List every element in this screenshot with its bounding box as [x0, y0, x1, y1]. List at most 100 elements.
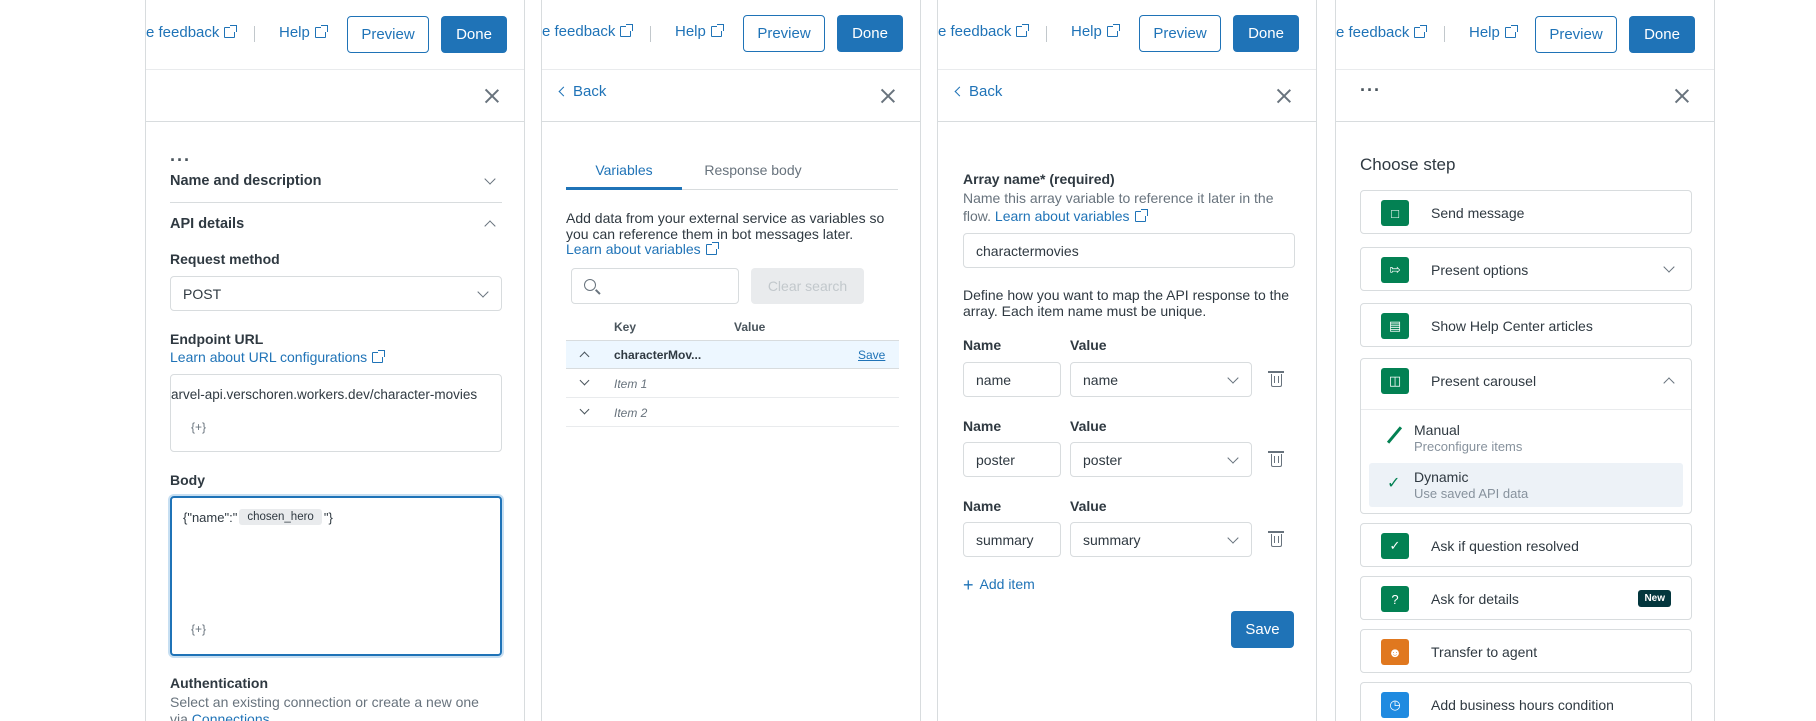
done-button[interactable]: Done: [837, 15, 903, 52]
done-button[interactable]: Done: [441, 16, 507, 53]
chevron-down-icon: [484, 173, 496, 185]
array-name-input[interactable]: charactermovies: [963, 233, 1295, 268]
chevron-down-icon[interactable]: [579, 375, 590, 386]
close-icon[interactable]: [484, 88, 500, 104]
endpoint-url-input[interactable]: arvel-api.verschoren.workers.dev/charact…: [170, 374, 502, 452]
connections-line: via Connections: [170, 711, 270, 721]
more-options-icon[interactable]: ···: [1360, 81, 1381, 99]
clock-icon: ◷: [1381, 692, 1409, 718]
body-label: Body: [170, 472, 205, 488]
help-link[interactable]: Help: [1071, 23, 1120, 40]
table-row[interactable]: Item 1: [566, 369, 899, 398]
item-name-input[interactable]: summary: [963, 522, 1061, 557]
done-button[interactable]: Done: [1233, 15, 1299, 52]
person-icon: ☻: [1381, 639, 1409, 665]
search-input[interactable]: [571, 268, 739, 304]
carousel-icon: ◫: [1381, 368, 1409, 394]
back-button[interactable]: Back: [954, 83, 1002, 100]
section-title: API details: [170, 216, 245, 232]
external-link-icon: [1016, 24, 1030, 37]
learn-variables-link[interactable]: Learn about variables: [995, 208, 1148, 224]
help-link[interactable]: Help: [675, 23, 724, 40]
search-text[interactable]: [608, 275, 728, 297]
variables-description: Add data from your external service as v…: [566, 210, 885, 242]
top-bar: e feedback Help Preview Done: [146, 0, 524, 70]
insert-variable-icon[interactable]: {+}: [191, 622, 206, 636]
trash-icon[interactable]: [1268, 451, 1284, 467]
item-value-select[interactable]: poster: [1070, 442, 1252, 477]
tab-list: Variables Response body: [566, 162, 898, 190]
endpoint-url-value: arvel-api.verschoren.workers.dev/charact…: [171, 387, 478, 402]
preview-button[interactable]: Preview: [1535, 16, 1617, 53]
help-link[interactable]: Help: [1469, 24, 1518, 41]
external-link-icon: [1106, 24, 1120, 37]
name-label: Name: [963, 418, 1002, 434]
help-link[interactable]: Help: [279, 24, 328, 41]
feedback-link[interactable]: e feedback: [1336, 24, 1428, 41]
step-add-business-hours-condition[interactable]: ◷ Add business hours condition: [1360, 682, 1692, 721]
step-show-help-center-articles[interactable]: ▤ Show Help Center articles: [1360, 303, 1692, 347]
step-present-carousel[interactable]: ◫ Present carousel Manual Preconfigure i…: [1360, 358, 1692, 514]
row-key: characterMov...: [614, 348, 702, 362]
chevron-down-icon: [1227, 532, 1239, 544]
body-text: {"name":": [183, 509, 238, 525]
row-key: Item 1: [614, 377, 648, 391]
step-ask-for-details[interactable]: ? Ask for details New: [1360, 576, 1692, 620]
array-name-label: Array name* (required): [963, 171, 1115, 187]
item-value-select[interactable]: summary: [1070, 522, 1252, 557]
body-textarea[interactable]: {"name":" chosen_hero "} {+}: [170, 496, 502, 656]
step-ask-if-question-resolved[interactable]: ✓ Ask if question resolved: [1360, 523, 1692, 567]
insert-variable-icon[interactable]: {+}: [191, 420, 206, 434]
trash-icon[interactable]: [1268, 371, 1284, 387]
item-name-input[interactable]: name: [963, 362, 1061, 397]
trash-icon[interactable]: [1268, 531, 1284, 547]
api-details-section[interactable]: API details: [170, 216, 502, 240]
clear-search-button[interactable]: Clear search: [751, 268, 864, 304]
chevron-left-icon: [954, 86, 965, 97]
feedback-link[interactable]: e feedback: [146, 24, 238, 41]
chevron-up-icon[interactable]: [579, 351, 590, 362]
divider: [1046, 26, 1047, 42]
mapping-description: Define how you want to map the API respo…: [963, 287, 1290, 319]
step-send-message[interactable]: □ Send message: [1360, 190, 1692, 234]
more-options-icon[interactable]: ···: [170, 151, 191, 169]
step-transfer-to-agent[interactable]: ☻ Transfer to agent: [1360, 629, 1692, 673]
item-name-input[interactable]: poster: [963, 442, 1061, 477]
close-icon[interactable]: [1674, 88, 1690, 104]
carousel-option-manual[interactable]: Manual Preconfigure items: [1369, 417, 1683, 461]
value-column-header: Value: [734, 320, 766, 334]
preview-button[interactable]: Preview: [1139, 15, 1221, 52]
feedback-link[interactable]: e feedback: [542, 23, 634, 40]
variable-token[interactable]: chosen_hero: [239, 509, 322, 525]
top-bar: e feedback Help Preview Done: [938, 0, 1316, 70]
name-label: Name: [963, 337, 1002, 353]
url-config-link[interactable]: Learn about URL configurations: [170, 349, 386, 365]
panel-toolbar: Back: [938, 70, 1316, 122]
back-button[interactable]: Back: [558, 83, 606, 100]
name-description-section[interactable]: Name and description: [170, 173, 502, 203]
table-row[interactable]: Item 2: [566, 398, 899, 427]
save-row-button[interactable]: Save: [858, 348, 885, 362]
done-button[interactable]: Done: [1629, 16, 1695, 53]
close-icon[interactable]: [880, 88, 896, 104]
connections-link[interactable]: Connections: [192, 711, 270, 721]
preview-button[interactable]: Preview: [743, 15, 825, 52]
preview-button[interactable]: Preview: [347, 16, 429, 53]
tab-variables[interactable]: Variables: [566, 162, 682, 190]
tab-response-body[interactable]: Response body: [694, 162, 812, 190]
carousel-option-dynamic[interactable]: ✓ Dynamic Use saved API data: [1369, 463, 1683, 507]
table-row[interactable]: characterMov... Save: [566, 340, 899, 369]
save-button[interactable]: Save: [1231, 611, 1294, 648]
new-badge: New: [1638, 590, 1671, 607]
learn-variables-link[interactable]: Learn about variables: [566, 241, 719, 257]
chevron-down-icon[interactable]: [579, 404, 590, 415]
close-icon[interactable]: [1276, 88, 1292, 104]
choose-step-title: Choose step: [1360, 155, 1456, 174]
request-method-select[interactable]: POST: [170, 276, 502, 311]
add-item-button[interactable]: + Add item: [963, 575, 1035, 596]
step-present-options[interactable]: ⇰ Present options: [1360, 247, 1692, 291]
item-value-select[interactable]: name: [1070, 362, 1252, 397]
external-link-icon: [314, 25, 328, 38]
feedback-link[interactable]: e feedback: [938, 23, 1030, 40]
array-name-value: charactermovies: [976, 242, 1079, 259]
